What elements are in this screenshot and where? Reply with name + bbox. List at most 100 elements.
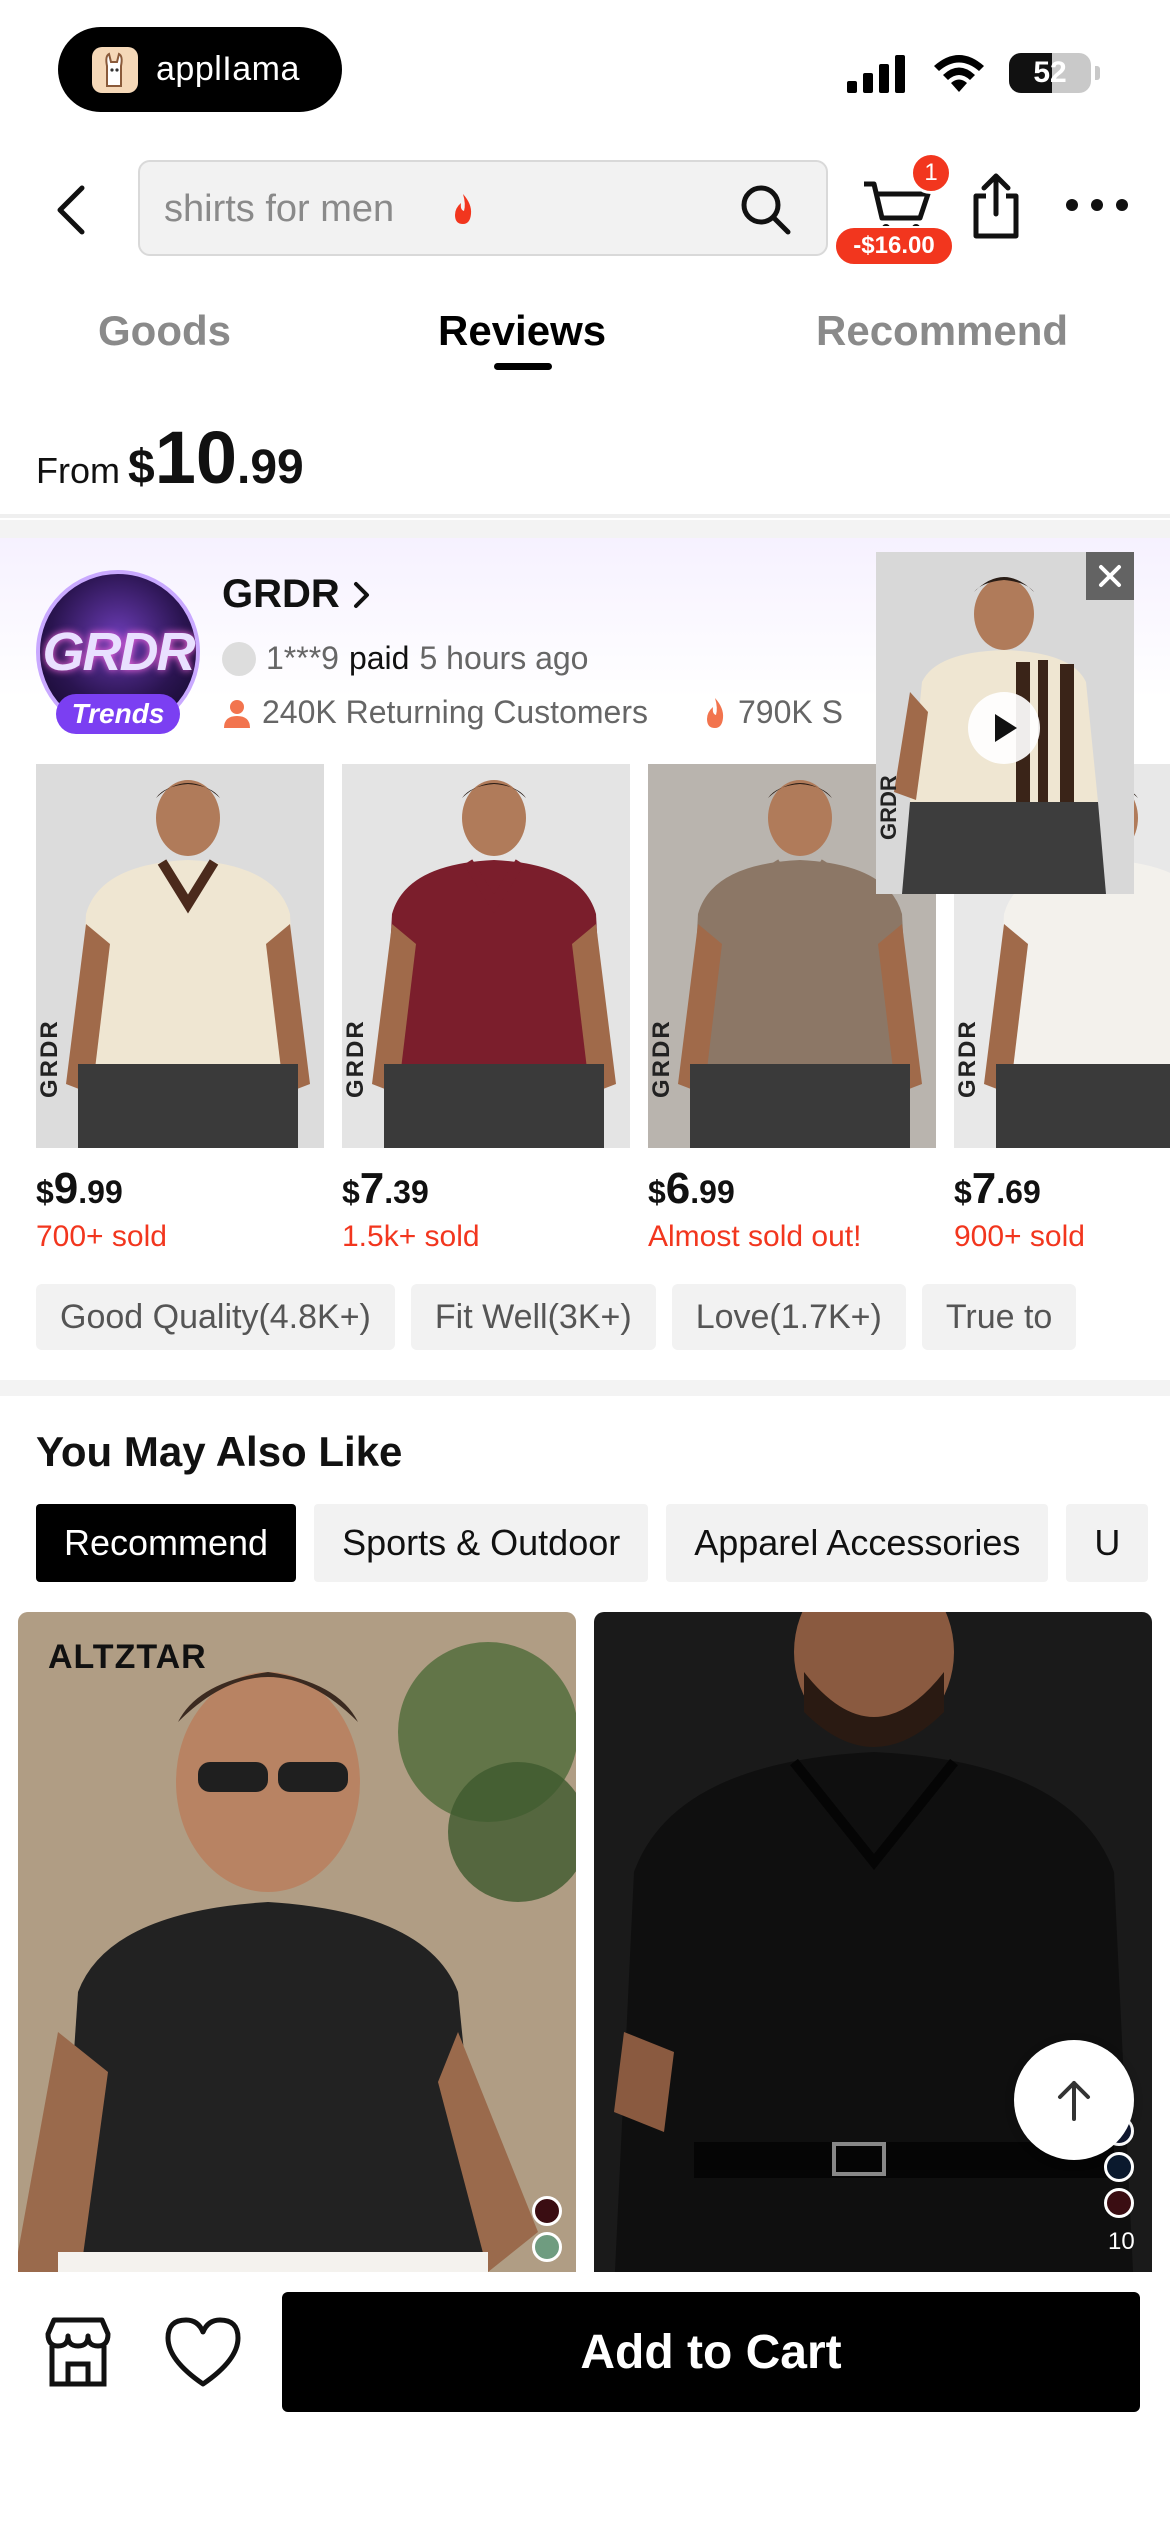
battery-indicator: 52 [1009,53,1091,93]
category-chip[interactable]: Sports & Outdoor [314,1504,649,1582]
flame-icon [706,697,724,728]
tab-reviews[interactable]: Reviews [438,307,606,355]
top-nav: shirts for men 1 -$16.00 [0,150,1170,270]
store-product-card[interactable]: GRDR $9.99 700+ sold [36,764,324,1254]
trends-badge: Trends [56,694,180,734]
product-price: $7.69 [954,1164,1041,1213]
bottom-action-bar: Add to Cart [0,2272,1170,2532]
arrow-up-icon [1058,2081,1090,2121]
product-price: $7.39 [342,1164,429,1213]
product-image [594,1612,1152,2272]
color-swatch[interactable] [532,2196,562,2226]
product-sold-count: 700+ sold [36,1220,167,1253]
feed-product-card[interactable]: ALTZTAR [18,1612,576,2272]
play-button[interactable] [968,692,1040,764]
store-sold-count: 790K S [737,694,843,730]
product-brand-label: GRDR [342,1019,369,1098]
category-chip[interactable]: Apparel Accessories [666,1504,1049,1582]
review-tag[interactable]: Good Quality(4.8K+) [36,1284,395,1350]
share-button[interactable] [964,170,1028,242]
category-chip[interactable]: U [1066,1504,1149,1582]
video-brand-label: GRDR [876,775,901,840]
product-sold-count: 1.5k+ sold [342,1220,480,1253]
review-tag[interactable]: Fit Well(3K+) [410,1284,656,1350]
category-chips: Recommend Sports & Outdoor Apparel Accesso… [36,1504,1170,1582]
store-name-link[interactable]: GRDR [222,572,372,617]
color-swatch[interactable] [1104,2152,1134,2182]
product-image: GRDR [36,764,324,1148]
recommended-feed: ALTZTAR 10 [18,1612,1170,2272]
product-sold-count: 900+ sold [954,1220,1085,1253]
returning-customers: 240K Returning Customers [262,694,648,730]
tab-recommend[interactable]: Recommend [816,307,1068,355]
review-tag[interactable]: Love(1.7K+) [671,1284,906,1350]
signal-icon [847,55,905,93]
buyer-paid-label: paid [348,640,410,676]
cart-discount-badge: -$16.00 [834,226,954,266]
recent-buyer-line: 1***9 paid 5 hours ago [222,640,588,677]
battery-tip [1095,66,1100,80]
tab-goods[interactable]: Goods [98,307,231,355]
add-to-cart-button[interactable]: Add to Cart [282,2292,1140,2412]
play-icon [995,714,1017,742]
color-swatch[interactable] [532,2232,562,2262]
price-currency: $ [128,441,155,494]
feed-product-card[interactable]: 10 [594,1612,1152,2272]
more-options-button[interactable] [1062,190,1132,220]
price-decimal: .99 [237,441,304,494]
product-image [18,1612,576,2272]
section-tabs: Goods Reviews Recommend [0,295,1170,375]
search-icon[interactable] [738,182,792,236]
search-placeholder: shirts for men [164,188,395,230]
swatch-count: 10 [1108,2228,1135,2255]
product-price: $6.99 [648,1164,735,1213]
product-image: GRDR [342,764,630,1148]
app-name: applIama [156,50,300,88]
chevron-left-icon [57,185,85,235]
buyer-avatar [222,641,256,676]
wishlist-button[interactable] [162,2314,244,2390]
buyer-time: 5 hours ago [419,640,589,676]
llama-logo-icon [92,46,138,93]
store-product-card[interactable]: GRDR $7.39 1.5k+ sold [342,764,630,1254]
you-may-also-like-title: You May Also Like [36,1428,403,1475]
feed-brand-label: ALTZTAR [48,1638,207,1676]
person-icon [224,699,250,728]
review-tag[interactable]: True to [921,1284,1077,1350]
store-name: GRDR [222,572,340,616]
store-avatar-logo: GRDR [42,622,196,682]
section-divider [0,1380,1170,1396]
product-brand-label: GRDR [648,1019,675,1098]
close-video-button[interactable] [1086,552,1134,600]
ellipsis-icon [1066,199,1128,211]
search-input[interactable]: shirts for men [138,160,828,256]
divider [0,514,1170,518]
app-pill[interactable]: applIama [58,27,342,112]
heart-icon [165,2317,241,2387]
store-card: GRDR Trends GRDR 1***9 paid 5 hours ago … [0,538,1170,1378]
back-button[interactable] [46,180,96,240]
price-row: From $ 10 .99 [36,415,304,500]
category-chip[interactable]: Recommend [36,1504,297,1582]
product-brand-label: GRDR [36,1019,63,1098]
product-sold-count: Almost sold out! [648,1220,862,1253]
product-brand-label: GRDR [954,1019,981,1098]
chevron-right-icon [353,581,369,608]
flame-icon [455,194,472,224]
store-icon [45,2317,111,2387]
price-integer: 10 [154,416,238,499]
section-divider [0,520,1170,538]
status-bar: applIama 52 [0,0,1170,140]
product-price: $9.99 [36,1164,123,1213]
review-tags: Good Quality(4.8K+) Fit Well(3K+) Love(1.7… [36,1284,1170,1350]
wifi-icon [934,55,984,92]
price-from-label: From [36,450,120,491]
color-swatch[interactable] [1104,2188,1134,2218]
cart-count-badge: 1 [910,152,952,194]
buyer-id: 1***9 [266,640,339,676]
share-icon [973,173,1019,239]
store-button[interactable] [38,2312,118,2392]
active-tab-indicator [494,363,552,370]
product-video-preview[interactable]: GRDR [876,552,1134,894]
scroll-to-top-button[interactable] [1014,2040,1134,2160]
